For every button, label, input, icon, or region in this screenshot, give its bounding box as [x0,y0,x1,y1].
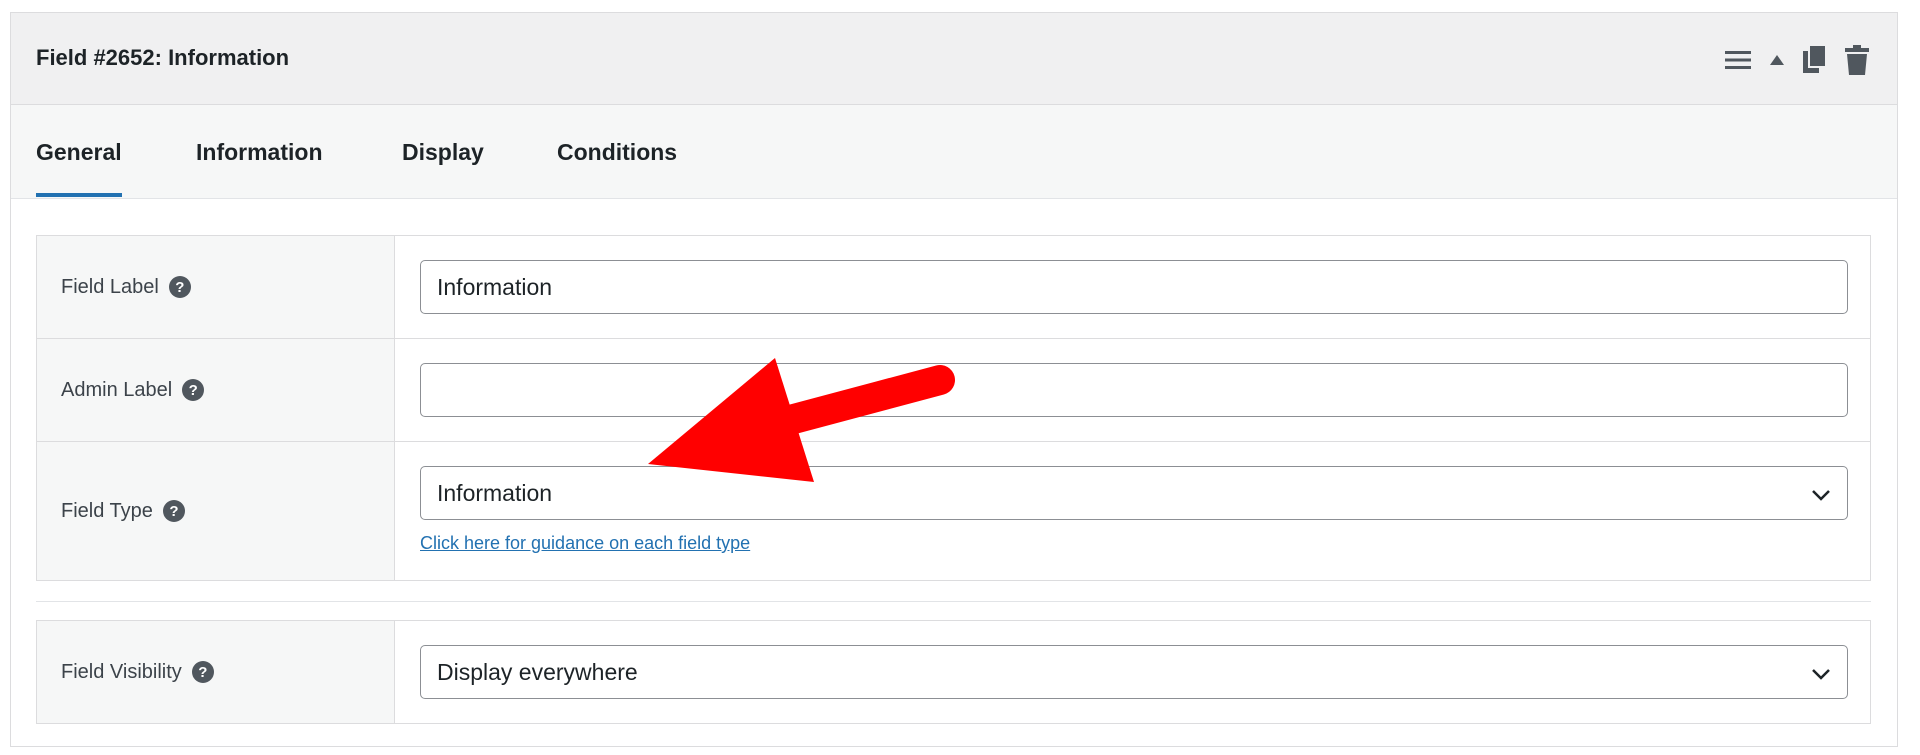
chevron-down-icon [1811,480,1831,507]
help-icon[interactable]: ? [162,500,185,522]
field-type-guidance-link[interactable]: Click here for guidance on each field ty… [420,533,750,554]
help-icon[interactable]: ? [168,276,191,298]
field-type-selected-value: Information [437,479,553,506]
panel-title: Field #2652: Information [36,45,290,70]
field-visibility-row: Field Visibility ? Display everywhere [37,621,1870,723]
panel-header: Field #2652: Information [11,13,1897,105]
tab-information[interactable]: Information [196,105,323,199]
admin-label-row: Admin Label ? [37,339,1870,442]
field-type-label: Field Type ? [37,442,395,580]
field-visibility-selected-value: Display everywhere [437,658,638,685]
section-divider [36,601,1871,602]
field-label-input[interactable] [420,260,1848,314]
hamburger-icon[interactable] [1725,50,1751,70]
header-actions [1725,45,1869,75]
help-icon[interactable]: ? [191,661,214,683]
admin-label-input[interactable] [420,363,1848,417]
caret-up-icon[interactable] [1769,54,1785,66]
field-label-label: Field Label ? [37,236,395,338]
trash-icon[interactable] [1845,45,1869,75]
tab-display[interactable]: Display [402,105,484,199]
field-visibility-select[interactable]: Display everywhere [420,645,1848,699]
field-visibility-label: Field Visibility ? [37,621,395,723]
chevron-down-icon [1811,659,1831,686]
help-icon[interactable]: ? [182,379,205,401]
copy-icon[interactable] [1803,45,1827,75]
field-type-select[interactable]: Information [420,466,1848,520]
field-editor-panel: Field #2652: Information General Informa… [10,12,1898,747]
tab-conditions[interactable]: Conditions [557,105,677,199]
tab-bar: General Information Display Conditions [11,105,1897,199]
visibility-settings-table: Field Visibility ? Display everywhere [36,620,1871,724]
tab-general[interactable]: General [36,105,122,199]
field-label-row: Field Label ? [37,236,1870,339]
field-type-row: Field Type ? Information Click here for … [37,442,1870,580]
general-settings-table: Field Label ? Admin Label ? Field Type ?… [36,235,1871,581]
admin-label-label: Admin Label ? [37,339,395,441]
